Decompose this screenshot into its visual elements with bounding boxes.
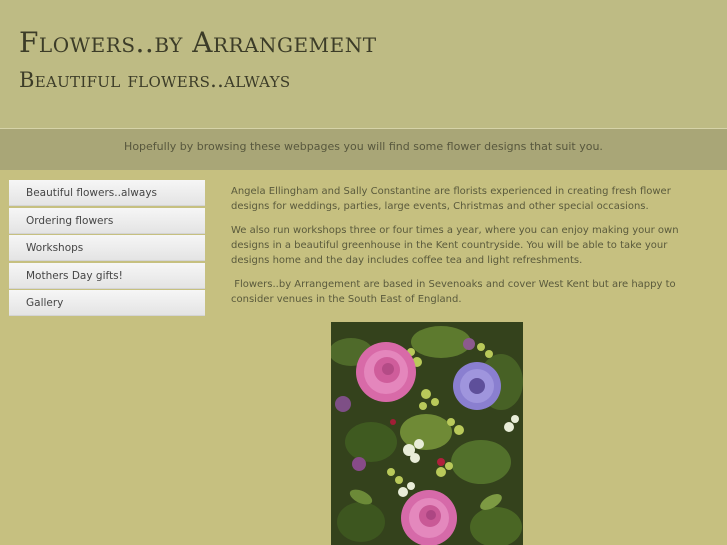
- site-subtitle: Beautiful flowers..always: [19, 68, 291, 92]
- nav-item-ordering-flowers[interactable]: Ordering flowers: [9, 207, 205, 234]
- flower-arrangement-image: [331, 322, 523, 545]
- nav-item-workshops[interactable]: Workshops: [9, 235, 205, 261]
- workshops-paragraph: We also run workshops three or four time…: [231, 225, 679, 266]
- nav-item-gallery[interactable]: Gallery: [9, 290, 205, 316]
- nav-item-home[interactable]: Beautiful flowers..always: [9, 180, 205, 206]
- location-paragraph: Flowers..by Arrangement are based in Sev…: [231, 279, 679, 305]
- tagline-text: Hopefully by browsing these webpages you…: [124, 140, 603, 153]
- intro-paragraph: Angela Ellingham and Sally Constantine a…: [231, 186, 671, 212]
- site-title: Flowers..by Arrangement: [19, 26, 377, 59]
- sidebar-nav: Beautiful flowers..always Ordering flowe…: [9, 180, 205, 318]
- tagline-band: Hopefully by browsing these webpages you…: [0, 128, 727, 170]
- site-header: Flowers..by Arrangement Beautiful flower…: [0, 0, 727, 128]
- nav-item-mothers-day-gifts[interactable]: Mothers Day gifts!: [9, 262, 205, 289]
- main-content: Angela Ellingham and Sally Constantine a…: [231, 184, 694, 316]
